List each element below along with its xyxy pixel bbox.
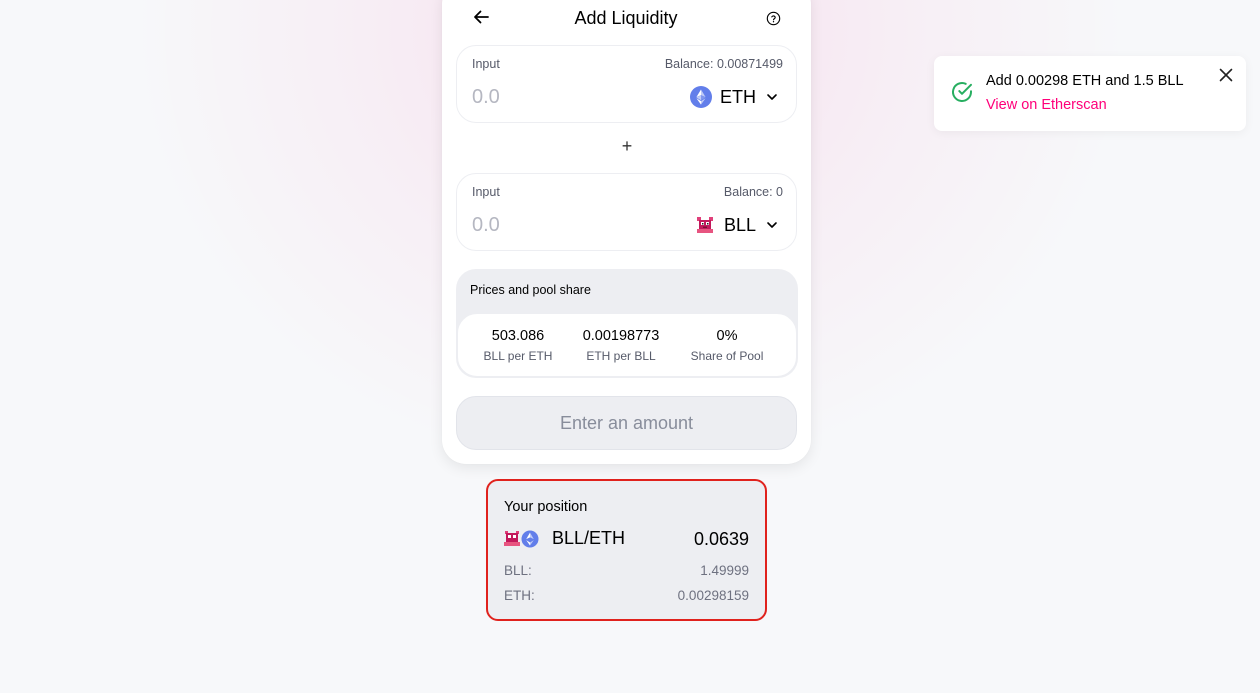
stat-label: ETH per BLL bbox=[586, 349, 656, 363]
token-symbol: BLL bbox=[723, 214, 756, 235]
view-on-etherscan-link[interactable]: View on Etherscan bbox=[986, 97, 1107, 113]
enter-amount-button[interactable]: Enter an amount bbox=[456, 396, 797, 450]
currency-input-b[interactable]: Input Balance: 0 0.0 BLL bbox=[456, 173, 797, 251]
currency-input-a[interactable]: Input Balance: 0.00871499 0.0 ETH bbox=[456, 45, 797, 123]
balance-label: Balance: 0.00871499 bbox=[664, 57, 783, 71]
chevron-down-icon bbox=[767, 94, 777, 100]
stat-share-of-pool: 0% Share of Pool bbox=[672, 328, 782, 363]
position-row-value: 0.00298159 bbox=[677, 588, 749, 603]
position-row-label: ETH: bbox=[504, 588, 535, 603]
bll-icon bbox=[504, 530, 520, 546]
prices-and-pool-share: Prices and pool share 503.086 BLL per ET… bbox=[456, 269, 798, 378]
token-select-bll[interactable]: BLL bbox=[694, 213, 778, 237]
question-circle-icon[interactable] bbox=[766, 11, 781, 26]
chevron-down-icon bbox=[767, 222, 777, 228]
pool-tokens-value: 0.0639 bbox=[693, 529, 749, 549]
page-title: Add Liquidity bbox=[574, 8, 678, 28]
input-label: Input bbox=[472, 185, 500, 199]
token-symbol: ETH bbox=[720, 86, 756, 107]
arrow-left-icon[interactable] bbox=[472, 8, 490, 26]
balance-label: Balance: 0 bbox=[723, 185, 783, 199]
plus-icon: + bbox=[621, 136, 633, 156]
stat-value: 0% bbox=[716, 328, 738, 344]
position-row-label: BLL: bbox=[504, 563, 532, 578]
position-row-value: 1.49999 bbox=[700, 563, 749, 578]
close-icon[interactable] bbox=[1218, 67, 1234, 83]
transaction-toast: Add 0.00298 ETH and 1.5 BLL View on Ethe… bbox=[934, 56, 1246, 131]
prices-stats: 503.086 BLL per ETH 0.00198773 ETH per B… bbox=[457, 313, 797, 377]
stat-label: BLL per ETH bbox=[483, 349, 553, 363]
position-title: Your position bbox=[504, 499, 588, 515]
amount-input[interactable]: 0.0 bbox=[472, 86, 500, 109]
bll-icon bbox=[696, 217, 713, 233]
stat-bll-per-eth: 503.086 BLL per ETH bbox=[463, 328, 573, 363]
token-select-eth[interactable]: ETH bbox=[690, 85, 778, 109]
stat-value: 503.086 bbox=[491, 328, 545, 344]
eth-icon bbox=[520, 529, 540, 548]
your-position-card: Your position BLL/ETH 0.0639 BLL: 1.4999… bbox=[486, 479, 767, 621]
input-label: Input bbox=[472, 57, 500, 71]
stat-eth-per-bll: 0.00198773 ETH per BLL bbox=[566, 328, 676, 363]
pair-name: BLL/ETH bbox=[552, 528, 626, 548]
eth-icon bbox=[690, 86, 712, 108]
check-circle-icon bbox=[952, 82, 972, 102]
amount-input[interactable]: 0.0 bbox=[472, 214, 500, 237]
stat-label: Share of Pool bbox=[690, 349, 764, 363]
pair-icon bbox=[504, 529, 540, 548]
toast-message: Add 0.00298 ETH and 1.5 BLL bbox=[986, 73, 1184, 89]
stat-value: 0.00198773 bbox=[582, 328, 660, 344]
position-pair: BLL/ETH bbox=[504, 528, 625, 549]
prices-title: Prices and pool share bbox=[470, 283, 591, 297]
